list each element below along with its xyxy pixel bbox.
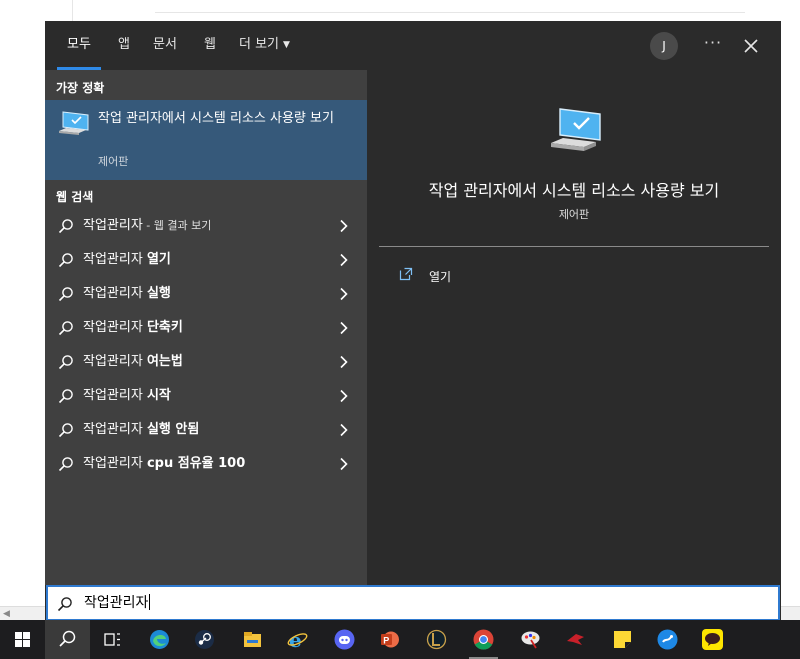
red-app-icon — [567, 634, 584, 645]
taskbar-sticky-notes[interactable] — [600, 620, 645, 659]
taskbar-internet-explorer[interactable]: e — [275, 620, 320, 659]
web-search-heading: 웹 검색 — [56, 190, 94, 204]
chevron-right-icon — [340, 389, 348, 403]
detail-title: 작업 관리자에서 시스템 리소스 사용량 보기 — [428, 181, 720, 200]
chrome-icon — [473, 629, 494, 650]
taskbar-discord[interactable] — [322, 620, 367, 659]
detail-divider — [379, 246, 769, 247]
task-view-button[interactable] — [90, 620, 135, 659]
taskbar-chrome[interactable] — [461, 620, 506, 659]
web-result-item[interactable]: 작업관리자 실행 — [45, 277, 367, 311]
close-icon — [744, 39, 758, 53]
web-result-item[interactable]: 작업관리자 실행 안됨 — [45, 413, 367, 447]
chevron-right-icon — [340, 253, 348, 267]
chevron-right-icon — [340, 219, 348, 233]
detail-subtitle: 제어판 — [558, 208, 590, 221]
chevron-right-icon — [340, 423, 348, 437]
web-result-item[interactable]: 작업관리자 단축키 — [45, 311, 367, 345]
search-icon — [58, 457, 73, 472]
sticky-notes-icon — [614, 631, 631, 648]
web-result-text: 작업관리자 여는법 — [83, 354, 183, 369]
best-match-title: 작업 관리자에서 시스템 리소스 사용량 보기 — [98, 111, 334, 126]
taskbar: e P — [0, 620, 800, 659]
chevron-right-icon — [340, 457, 348, 471]
taskbar-league-of-legends[interactable] — [414, 620, 459, 659]
close-button[interactable] — [738, 33, 764, 59]
monitor-icon — [551, 108, 601, 151]
detail-pane: 작업 관리자에서 시스템 리소스 사용량 보기 제어판 열기 — [379, 82, 769, 585]
web-result-text: 작업관리자 - 웹 결과 보기 — [83, 218, 212, 233]
taskbar-paint[interactable] — [508, 620, 553, 659]
taskbar-blue-app[interactable] — [645, 620, 690, 659]
taskbar-search-button[interactable] — [45, 620, 90, 659]
web-result-item[interactable]: 작업관리자 시작 — [45, 379, 367, 413]
search-icon — [59, 630, 76, 647]
search-icon — [58, 423, 73, 438]
web-result-item[interactable]: 작업관리자 여는법 — [45, 345, 367, 379]
svg-text:P: P — [383, 636, 389, 646]
results-list: 가장 정확 작업 관리자에서 시스템 리소스 사용량 보기 제어판 웹 검색 작… — [45, 70, 367, 585]
tab-apps[interactable]: 앱 — [118, 21, 130, 70]
chevron-right-icon — [340, 355, 348, 369]
web-result-text: 작업관리자 시작 — [83, 388, 171, 403]
chevron-down-icon: ▼ — [283, 40, 290, 50]
discord-icon — [334, 629, 355, 650]
scroll-left-icon[interactable]: ◀ — [3, 609, 10, 619]
web-result-item[interactable]: 작업관리자 cpu 점유율 100 — [45, 447, 367, 481]
best-match-subtitle: 제어판 — [98, 155, 129, 168]
search-icon — [58, 321, 73, 336]
steam-icon — [195, 630, 214, 649]
more-options-button[interactable]: ··· — [700, 31, 726, 59]
web-result-item[interactable]: 작업관리자 열기 — [45, 243, 367, 277]
taskbar-kakaotalk[interactable] — [690, 620, 735, 659]
tab-all[interactable]: 모두 — [57, 21, 101, 70]
search-input[interactable]: 작업관리자 — [46, 585, 780, 621]
windows-start-icon — [15, 632, 30, 647]
search-tabs-bar: 모두 앱 문서 웹 더 보기 ▼ J ··· — [45, 21, 781, 70]
account-avatar[interactable]: J — [650, 32, 678, 60]
open-action[interactable]: 열기 — [399, 267, 599, 289]
tab-more[interactable]: 더 보기 ▼ — [239, 21, 290, 70]
search-icon — [57, 597, 72, 612]
web-result-text: 작업관리자 실행 안됨 — [83, 422, 200, 437]
tab-documents[interactable]: 문서 — [153, 21, 177, 70]
text-cursor — [149, 594, 151, 610]
kakaotalk-icon — [702, 629, 723, 650]
best-match-item[interactable]: 작업 관리자에서 시스템 리소스 사용량 보기 제어판 — [45, 100, 367, 180]
file-explorer-icon — [244, 632, 261, 647]
open-action-label: 열기 — [429, 270, 452, 284]
tab-web[interactable]: 웹 — [204, 21, 216, 70]
task-view-icon — [104, 633, 120, 646]
monitor-icon — [59, 111, 89, 135]
edge-icon — [150, 630, 169, 649]
chevron-right-icon — [340, 287, 348, 301]
search-icon — [58, 355, 73, 370]
best-match-heading: 가장 정확 — [56, 81, 105, 95]
search-icon — [58, 253, 73, 268]
chevron-right-icon — [340, 321, 348, 335]
start-button[interactable] — [0, 620, 45, 659]
document-divider — [155, 12, 745, 13]
web-result-text: 작업관리자 실행 — [83, 286, 171, 301]
taskbar-file-explorer[interactable] — [230, 620, 275, 659]
open-external-icon — [399, 267, 413, 281]
paint-icon — [521, 631, 540, 649]
internet-explorer-icon: e — [287, 628, 308, 651]
search-panel: 모두 앱 문서 웹 더 보기 ▼ J ··· 가장 정확 작업 관리자에서 시스템… — [45, 21, 781, 621]
taskbar-powerpoint[interactable]: P — [367, 620, 412, 659]
search-icon — [58, 389, 73, 404]
taskbar-red-app[interactable] — [553, 620, 598, 659]
search-icon — [58, 219, 73, 234]
search-icon — [58, 287, 73, 302]
taskbar-edge[interactable] — [137, 620, 182, 659]
web-result-item[interactable]: 작업관리자 - 웹 결과 보기 — [45, 209, 367, 243]
web-result-text: 작업관리자 단축키 — [83, 320, 183, 335]
powerpoint-icon: P — [381, 631, 399, 648]
web-result-text: 작업관리자 cpu 점유율 100 — [83, 456, 246, 471]
league-of-legends-icon — [426, 629, 447, 650]
web-result-text: 작업관리자 열기 — [83, 252, 171, 267]
taskbar-steam[interactable] — [182, 620, 227, 659]
search-query: 작업관리자 — [84, 594, 151, 611]
blue-app-icon — [657, 629, 678, 650]
